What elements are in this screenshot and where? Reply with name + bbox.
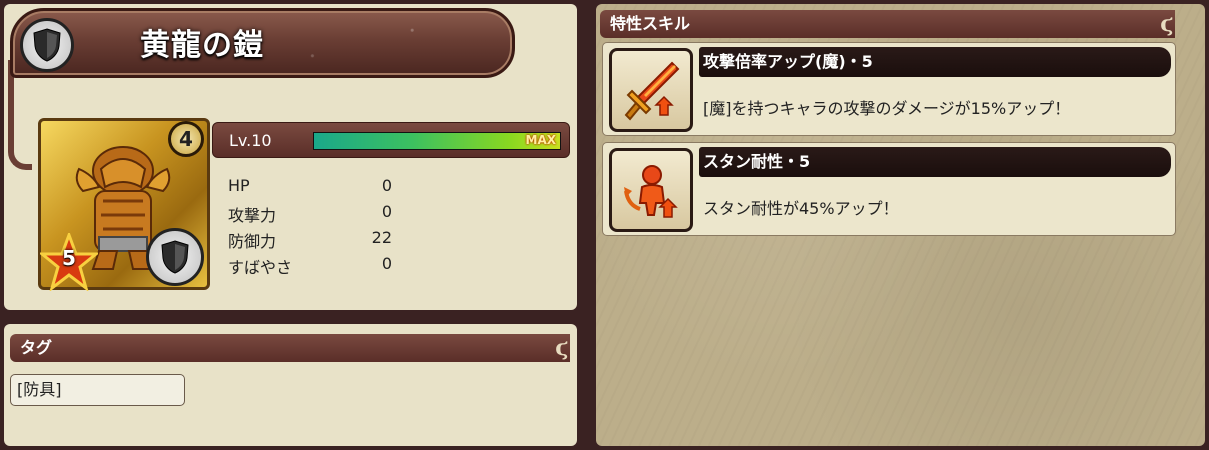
level-badge: 4	[168, 121, 204, 157]
stat-name: 攻撃力	[228, 206, 277, 225]
skill-description: スタン耐性が45%アップ！	[703, 199, 899, 218]
flaming-sword-icon	[609, 48, 693, 132]
skill-card[interactable]: スタン耐性・5 スタン耐性が45%アップ！	[602, 142, 1176, 236]
stat-value: 22	[371, 228, 392, 247]
skill-header: 特性スキル ϛ	[600, 10, 1175, 38]
stat-value: 0	[381, 202, 392, 221]
curl-ornament: ϛ	[555, 335, 569, 361]
level-label: Lv.10	[229, 131, 272, 150]
max-label: MAX	[525, 133, 556, 147]
rarity-value: 5	[62, 246, 76, 270]
stat-row-speed: すばやさ 0	[228, 254, 398, 280]
stat-row-attack: 攻撃力 0	[228, 202, 398, 228]
stat-value: 0	[381, 176, 392, 195]
skill-card[interactable]: 攻撃倍率アップ(魔)・5 [魔]を持つキャラの攻撃のダメージが15%アップ！	[602, 42, 1176, 136]
stat-name: HP	[228, 176, 250, 195]
skill-description: [魔]を持つキャラの攻撃のダメージが15%アップ！	[703, 99, 1071, 118]
tag-header-label: タグ	[20, 338, 53, 357]
shield-icon	[146, 228, 204, 286]
tag-item[interactable]: [防具]	[10, 374, 185, 406]
stat-name: 防御力	[228, 232, 277, 251]
skill-name: 攻撃倍率アップ(魔)・5	[699, 47, 1171, 77]
stat-value: 0	[381, 254, 392, 273]
skill-header-label: 特性スキル	[610, 14, 691, 33]
tag-header: タグ ϛ	[10, 334, 570, 362]
stat-row-defense: 防御力 22	[228, 228, 398, 254]
exp-track: MAX	[313, 132, 561, 150]
stat-name: すばやさ	[228, 258, 293, 277]
exp-fill	[314, 133, 560, 149]
curl-ornament: ϛ	[1160, 11, 1174, 37]
rarity-star: 5	[37, 230, 101, 292]
skill-name: スタン耐性・5	[699, 147, 1171, 177]
shield-icon	[20, 18, 74, 72]
item-name: 黄龍の鎧	[140, 28, 264, 63]
stun-resist-icon	[609, 148, 693, 232]
level-bar: Lv.10 MAX	[212, 122, 570, 158]
stat-row-hp: HP 0	[228, 176, 398, 202]
stats-list: HP 0 攻撃力 0 防御力 22 すばやさ 0	[228, 176, 398, 280]
